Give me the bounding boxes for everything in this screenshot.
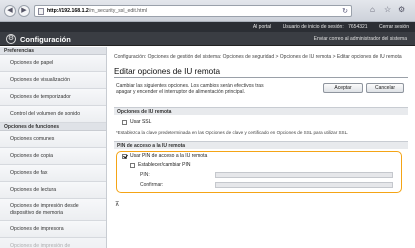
cancel-button[interactable]: Cancelar	[366, 83, 404, 93]
address-bar[interactable]: http://192.168.1.2/m_security_ssl_edit.h…	[34, 5, 352, 17]
confirm-pin-label: Confirmar:	[140, 182, 164, 188]
sidebar-item-fax[interactable]: Opciones de fax	[0, 165, 106, 182]
sidebar: Preferencias Opciones de papel Opciones …	[0, 47, 107, 248]
app-title: Configuración	[20, 35, 71, 44]
confirm-pin-input[interactable]	[215, 182, 393, 188]
accept-button[interactable]: Aceptar	[323, 83, 363, 93]
tools-icon[interactable]: ⚙	[398, 5, 405, 14]
use-pin-option[interactable]: Usar PIN de acceso a la IU remota	[122, 153, 207, 159]
url-path: /m_security_ssl_edit.html	[88, 8, 148, 14]
use-ssl-label: Usar SSL	[130, 119, 152, 125]
sidebar-item-paper[interactable]: Opciones de papel	[0, 55, 106, 72]
page-icon	[38, 8, 44, 15]
sidebar-item-timer[interactable]: Opciones de temporizador	[0, 89, 106, 106]
use-ssl-option[interactable]: Usar SSL	[122, 119, 151, 125]
pin-label: PIN:	[140, 172, 150, 178]
sidebar-item-memory-print[interactable]: Opciones de impresión desde dispositivo …	[0, 199, 106, 221]
url-text: http://192.168.1.2/m_security_ssl_edit.h…	[47, 8, 147, 14]
set-pin-checkbox[interactable]	[130, 162, 135, 168]
pin-input[interactable]	[215, 172, 393, 178]
browser-toolbar: ◀ ▶ http://192.168.1.2/m_security_ssl_ed…	[0, 0, 415, 22]
forward-button[interactable]: ▶	[18, 5, 30, 17]
sidebar-item-print-more[interactable]: Opciones de impresión de	[0, 238, 106, 248]
portal-link[interactable]: Al portal	[253, 24, 271, 30]
back-icon: ◀	[7, 7, 13, 14]
back-button[interactable]: ◀	[4, 5, 16, 17]
mail-admin-link[interactable]: Enviar correo al administrador del siste…	[314, 36, 407, 42]
page-description: Cambiar las siguientes opciones. Los cam…	[116, 83, 264, 95]
session-label: Usuario de inicio de sesión:	[282, 24, 344, 30]
top-bar: Al portal Usuario de inicio de sesión: 7…	[0, 22, 415, 32]
sidebar-item-common[interactable]: Opciones comunes	[0, 131, 106, 148]
home-icon[interactable]: ⌂	[370, 5, 375, 14]
brand-bar: ⚙ Configuración Enviar correo al adminis…	[0, 32, 415, 46]
sidebar-item-volume[interactable]: Control del volumen de sonido	[0, 106, 106, 123]
sidebar-item-copy[interactable]: Opciones de copia	[0, 148, 106, 165]
favorites-icon[interactable]: ☆	[384, 5, 391, 14]
use-pin-checkbox[interactable]	[122, 153, 127, 159]
set-pin-option[interactable]: Establecer/cambiar PIN	[130, 162, 191, 168]
section-heading-pin: PIN de acceso a la IU remota	[114, 141, 408, 149]
use-pin-label: Usar PIN de acceso a la IU remota	[130, 153, 208, 159]
sidebar-item-display[interactable]: Opciones de visualización	[0, 72, 106, 89]
sidebar-heading-preferences: Preferencias	[0, 47, 106, 55]
session-user: 7654321	[348, 24, 368, 30]
title-divider	[114, 77, 408, 78]
sidebar-heading-functions: Opciones de funciones	[0, 123, 106, 131]
main-content: Configuración: Opciones de gestión del s…	[108, 47, 415, 248]
logout-link[interactable]: Cerrar sesión	[379, 24, 409, 30]
url-host: http://192.168.1.2	[47, 8, 89, 14]
section-heading-remote-ui: Opciones de IU remota	[114, 107, 408, 115]
sidebar-item-printer[interactable]: Opciones de impresora	[0, 221, 106, 238]
breadcrumb: Configuración: Opciones de gestión del s…	[114, 54, 402, 60]
settings-icon: ⚙	[6, 34, 16, 44]
ssl-note: *Establezca la clave predeterminada en l…	[116, 130, 349, 135]
page-title: Editar opciones de IU remota	[114, 67, 221, 76]
scroll-top-icon[interactable]: ⊼	[115, 201, 119, 208]
use-ssl-checkbox[interactable]	[122, 119, 127, 125]
forward-icon: ▶	[21, 7, 27, 14]
set-pin-label: Establecer/cambiar PIN	[138, 162, 191, 168]
refresh-icon[interactable]: ↻	[342, 7, 348, 15]
sidebar-item-scan[interactable]: Opciones de lectura	[0, 182, 106, 199]
